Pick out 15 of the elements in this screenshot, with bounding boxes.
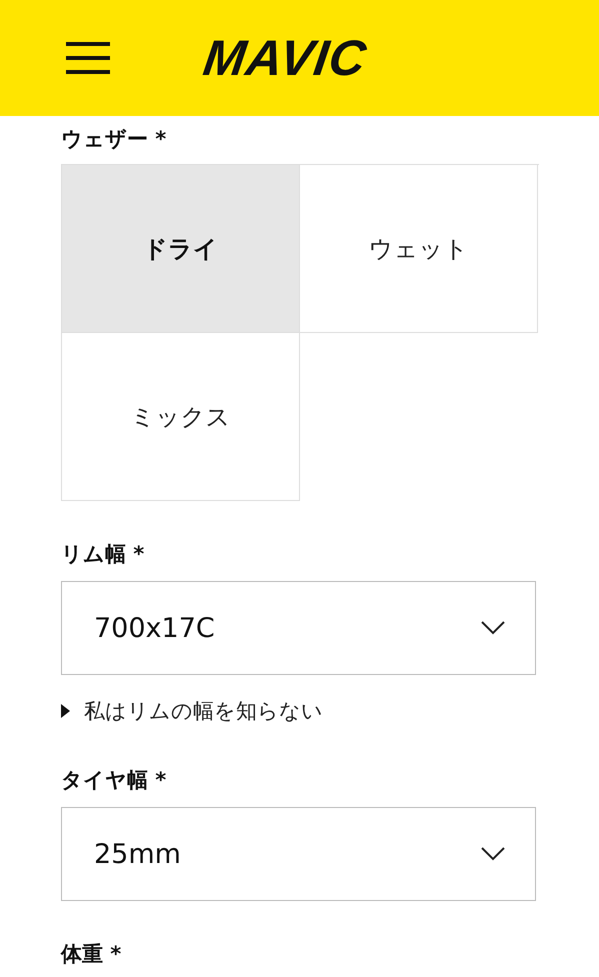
field-label: タイヤ幅 * bbox=[61, 767, 168, 794]
tire-width-select[interactable]: 25mm bbox=[61, 807, 536, 901]
field-label: 体重 * bbox=[61, 941, 122, 968]
weather-option[interactable]: ミックス bbox=[62, 333, 300, 501]
help-link[interactable]: 私はリムの幅を知らない bbox=[84, 697, 323, 725]
chevron-down-icon bbox=[481, 847, 505, 861]
field-label: ウェザー * bbox=[61, 126, 168, 153]
field-label: リム幅 * bbox=[61, 541, 146, 568]
triangle-icon[interactable] bbox=[61, 704, 70, 718]
chevron-down-icon bbox=[481, 621, 505, 635]
logo[interactable]: MAVIC bbox=[200, 33, 370, 83]
weather-option[interactable]: ドライ bbox=[62, 165, 300, 333]
rim-width-select[interactable]: 700x17C bbox=[61, 581, 536, 675]
weather-option[interactable]: ウェット bbox=[300, 165, 538, 333]
menu-icon[interactable] bbox=[66, 42, 110, 74]
